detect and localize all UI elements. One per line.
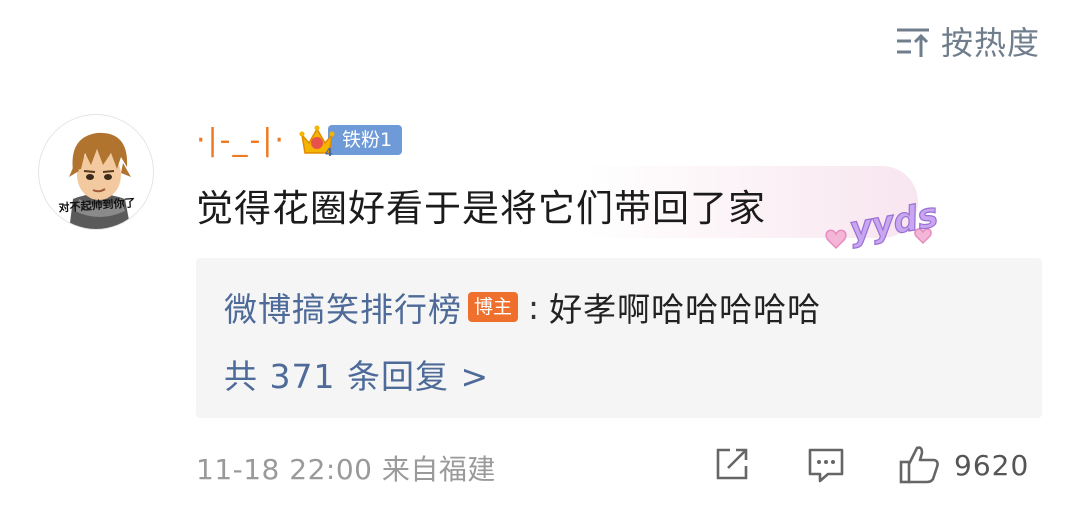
yyds-sticker: yyds [825,196,940,251]
comment-text: 觉得花圈好看于是将它们带回了家 [196,187,766,230]
comment-button[interactable] [806,444,846,484]
reply-separator: : [528,287,540,327]
sticker-text: yyds [846,196,940,250]
share-button[interactable] [712,444,752,484]
sort-label: 按热度 [940,24,1040,62]
fan-level: 4 [325,146,333,159]
reply-author[interactable]: 微博搞笑排行榜 [224,283,462,331]
thumbs-up-icon [899,446,939,484]
crown-icon: 4 [299,125,335,159]
like-count: 9620 [954,448,1030,482]
share-icon [716,448,748,480]
sort-by-hot-button[interactable]: 按热度 [895,18,1040,64]
username[interactable]: ·|-_-|· [196,123,286,158]
view-replies-link[interactable]: 共 371 条回复 > [224,350,489,398]
blogger-badge: 博主 [468,292,519,322]
sort-lines-icon [896,28,929,57]
fan-badge[interactable]: 4 铁粉1 [298,121,403,159]
comment-meta: 11-18 22:00 来自福建 [196,453,496,486]
avatar[interactable]: 对不起帅到你了 [38,114,154,230]
comment-header: ·|-_-|· 4 铁粉1 [196,118,403,162]
like-button[interactable]: 9620 [898,444,1029,486]
fan-badge-label: 铁粉1 [327,125,403,155]
reply-text: 好孝啊哈哈哈哈哈 [549,290,822,329]
comment-icon [808,448,844,483]
reply-line: 微博搞笑排行榜 博主 : 好孝啊哈哈哈哈哈 [224,283,821,331]
